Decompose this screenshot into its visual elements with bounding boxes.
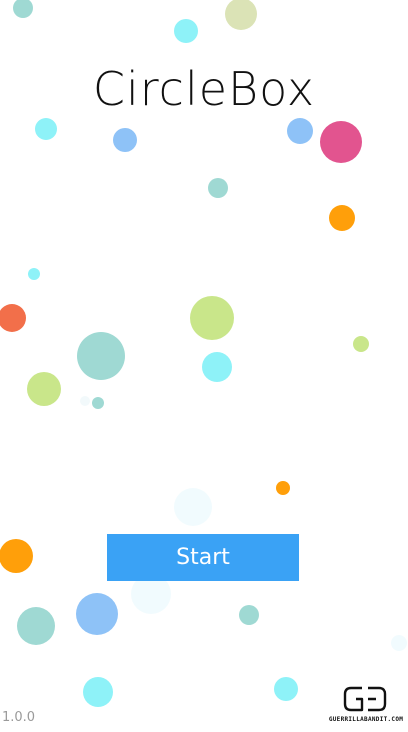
background-circle [92, 397, 104, 409]
background-circle [225, 0, 257, 30]
studio-logo-text: GUERRILLABANDIT.COM [328, 716, 404, 723]
background-circle [77, 332, 125, 380]
background-circle [27, 372, 61, 406]
start-button[interactable]: Start [107, 534, 299, 581]
background-circle [174, 19, 198, 43]
background-circle [353, 336, 369, 352]
background-circle [239, 605, 259, 625]
background-circle [391, 635, 407, 651]
background-circle [83, 677, 113, 707]
background-circle [329, 205, 355, 231]
background-circle [0, 539, 33, 573]
background-circle [28, 268, 40, 280]
background-circle [113, 128, 137, 152]
background-circle [287, 118, 313, 144]
background-circle [35, 118, 57, 140]
background-circle [76, 593, 118, 635]
background-circle [202, 352, 232, 382]
studio-logo-icon [343, 686, 387, 712]
background-circle [274, 677, 298, 701]
version-label: 1.0.0 [2, 710, 36, 725]
background-circle [13, 0, 33, 18]
background-circle [276, 481, 290, 495]
game-title: CircleBox [92, 62, 316, 116]
background-circle [0, 304, 26, 332]
background-circle [80, 396, 90, 406]
background-circle [320, 121, 362, 163]
background-circle [17, 607, 55, 645]
background-circle [190, 296, 234, 340]
studio-logo: GUERRILLABANDIT.COM [328, 684, 404, 728]
background-circle [208, 178, 228, 198]
background-circle [174, 488, 212, 526]
